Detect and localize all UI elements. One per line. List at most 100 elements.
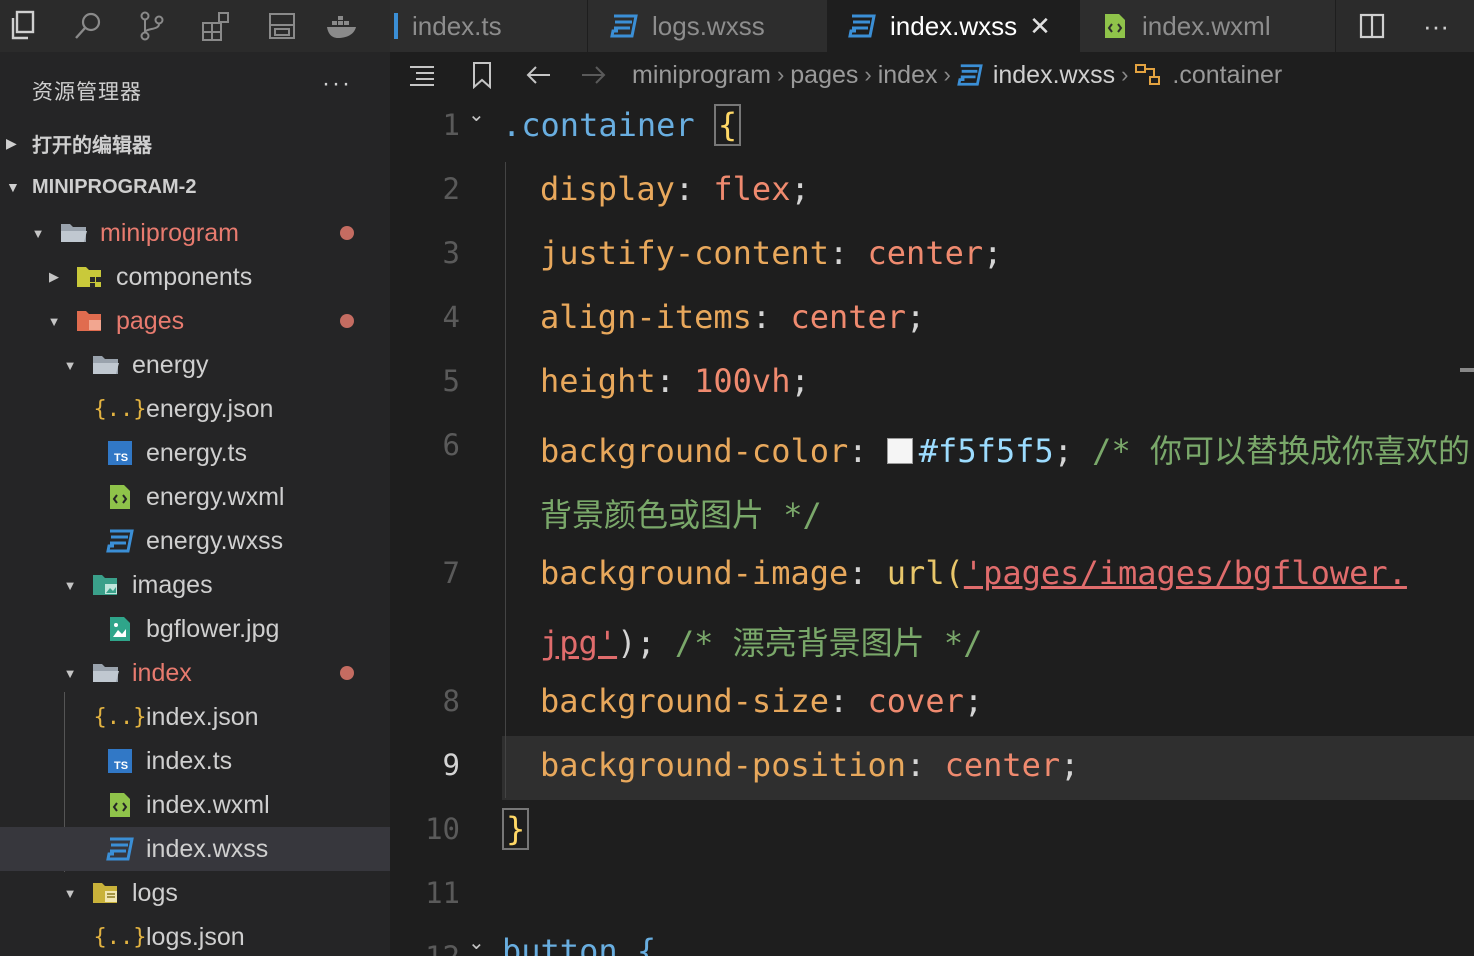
- arrow-left-icon[interactable]: [510, 64, 566, 86]
- tree-label: energy: [132, 350, 209, 379]
- tree-file-bgflower[interactable]: bgflower.jpg: [0, 607, 390, 651]
- section-label: 打开的编辑器: [32, 134, 152, 157]
- css-punct: );: [617, 624, 675, 662]
- tree-folder-logs[interactable]: ▼ logs: [0, 871, 390, 915]
- tree-label: bgflower.jpg: [146, 614, 280, 643]
- tab-index-ts[interactable]: index.ts: [390, 0, 588, 52]
- tree-label: pages: [116, 306, 185, 335]
- tab-logs-wxss[interactable]: logs.wxss: [588, 0, 828, 52]
- split-editor-icon[interactable]: [1352, 6, 1392, 46]
- tree-file-index-ts[interactable]: TS index.ts: [0, 739, 390, 783]
- close-icon[interactable]: ✕: [1029, 11, 1051, 42]
- tree-file-energy-wxml[interactable]: energy.wxml: [0, 475, 390, 519]
- tree-folder-energy[interactable]: ▼ energy: [0, 343, 390, 387]
- section-open-editors[interactable]: ▶ 打开的编辑器: [0, 122, 390, 164]
- json-icon: {..}: [93, 924, 147, 950]
- tab-label: logs.wxss: [652, 10, 765, 41]
- folder-open-icon: [58, 218, 90, 248]
- color-swatch[interactable]: [886, 438, 913, 464]
- tree-label: logs.json: [146, 922, 245, 951]
- bookmark-icon[interactable]: [454, 61, 510, 89]
- chevron-down-icon: ▼: [47, 313, 61, 329]
- tree-folder-images[interactable]: ▼ images: [0, 563, 390, 607]
- css-property: background-position: [540, 746, 907, 784]
- typescript-icon: TS: [104, 438, 136, 468]
- layout-icon[interactable]: [262, 6, 302, 46]
- css-property: background-color: [540, 432, 849, 470]
- line-number: 2: [442, 172, 460, 206]
- scrollbar-marker[interactable]: [1460, 368, 1474, 372]
- section-workspace[interactable]: ▼ MINIPROGRAM-2: [0, 166, 390, 208]
- tree-file-index-wxml[interactable]: index.wxml: [0, 783, 390, 827]
- outline-icon[interactable]: [390, 63, 454, 87]
- search-icon[interactable]: [68, 6, 108, 46]
- tree-folder-pages[interactable]: ▼ pages: [0, 299, 390, 343]
- line-number: 8: [442, 684, 460, 718]
- breadcrumb-item[interactable]: miniprogram: [632, 61, 771, 90]
- fold-chevron-icon[interactable]: ⌄: [468, 930, 485, 955]
- tree-file-energy-json[interactable]: {..} energy.json: [0, 387, 390, 431]
- tree-file-energy-wxss[interactable]: energy.wxss: [0, 519, 390, 563]
- title-bar: index.ts logs.wxss index.wxss ✕ index.wx…: [0, 0, 1474, 52]
- symbol-class-icon: [1134, 62, 1162, 88]
- css-value: center: [867, 234, 984, 272]
- breadcrumb-item[interactable]: index: [878, 61, 938, 90]
- chevron-right-icon: ›: [943, 62, 951, 87]
- css-selector: .container: [502, 106, 695, 144]
- explorer-icon[interactable]: [3, 6, 43, 46]
- chevron-right-icon: ›: [864, 62, 872, 87]
- chevron-right-icon: ▶: [6, 134, 17, 151]
- breadcrumb-item[interactable]: .container: [1172, 61, 1282, 90]
- extensions-icon[interactable]: [196, 6, 236, 46]
- css-value: center: [944, 746, 1061, 784]
- tree-file-index-wxss[interactable]: index.wxss: [0, 827, 390, 871]
- source-control-icon[interactable]: [132, 6, 172, 46]
- line-number: 12: [390, 940, 460, 956]
- code-line-8: background-size: cover;: [540, 682, 984, 720]
- tree-file-energy-ts[interactable]: TS energy.ts: [0, 431, 390, 475]
- code-line-12: button {: [502, 932, 656, 956]
- breadcrumb-item[interactable]: index.wxss: [993, 61, 1115, 90]
- tab-index-wxss[interactable]: index.wxss ✕: [828, 0, 1080, 52]
- css-selector: button {: [502, 932, 657, 956]
- json-icon: {..}: [93, 396, 147, 422]
- modified-dot: [340, 314, 354, 328]
- code-line-6: background-color: #f5f5f5; /* 你可以替换成你喜欢的: [540, 432, 1470, 470]
- tab-label: index.wxss: [890, 10, 1018, 41]
- explorer-more-icon[interactable]: ···: [322, 70, 352, 98]
- fold-chevron-icon[interactable]: ⌄: [468, 102, 485, 127]
- line-number: 1: [442, 108, 460, 142]
- tree-folder-index[interactable]: ▼ index: [0, 651, 390, 695]
- tree-label: energy.ts: [146, 438, 247, 467]
- chevron-right-icon: ›: [1121, 62, 1129, 87]
- explorer-title: 资源管理器: [32, 81, 142, 104]
- tree-label: index.ts: [146, 746, 233, 775]
- tree-folder-components[interactable]: ▶ components: [0, 255, 390, 299]
- css-icon: [957, 63, 983, 87]
- code-editor[interactable]: miniprogram › pages › index › index.wxss…: [390, 52, 1474, 956]
- brace-match: }: [502, 808, 530, 850]
- folder-open-icon: [90, 658, 122, 688]
- tab-index-wxml[interactable]: index.wxml: [1080, 0, 1336, 52]
- tree-label: components: [116, 262, 253, 291]
- chevron-down-icon: ▼: [63, 665, 77, 681]
- line-number: 10: [425, 812, 460, 846]
- code-line-2: display: flex;: [540, 170, 810, 208]
- arrow-right-icon[interactable]: [566, 64, 622, 86]
- css-icon: [104, 834, 136, 864]
- css-function: url(: [886, 554, 964, 592]
- tree-folder-miniprogram[interactable]: ▼ miniprogram: [0, 211, 390, 255]
- css-value: 100vh: [694, 362, 791, 400]
- chevron-down-icon: ▼: [31, 225, 45, 241]
- css-string: 'pages/images/bgflower.: [963, 554, 1407, 592]
- css-property: align-items: [540, 298, 752, 336]
- tree-file-logs-json[interactable]: {..} logs.json: [0, 915, 390, 956]
- explorer-sidebar: 资源管理器 ··· ▶ 打开的编辑器 ▼ MINIPROGRAM-2 ▼ min…: [0, 52, 390, 956]
- tree-file-index-json[interactable]: {..} index.json: [0, 695, 390, 739]
- css-property: background-size: [540, 682, 829, 720]
- more-actions-icon[interactable]: ···: [1416, 6, 1456, 46]
- docker-icon[interactable]: [322, 6, 362, 46]
- json-icon: {..}: [93, 704, 147, 730]
- tree-label: energy.wxml: [146, 482, 285, 511]
- breadcrumb-item[interactable]: pages: [790, 61, 858, 90]
